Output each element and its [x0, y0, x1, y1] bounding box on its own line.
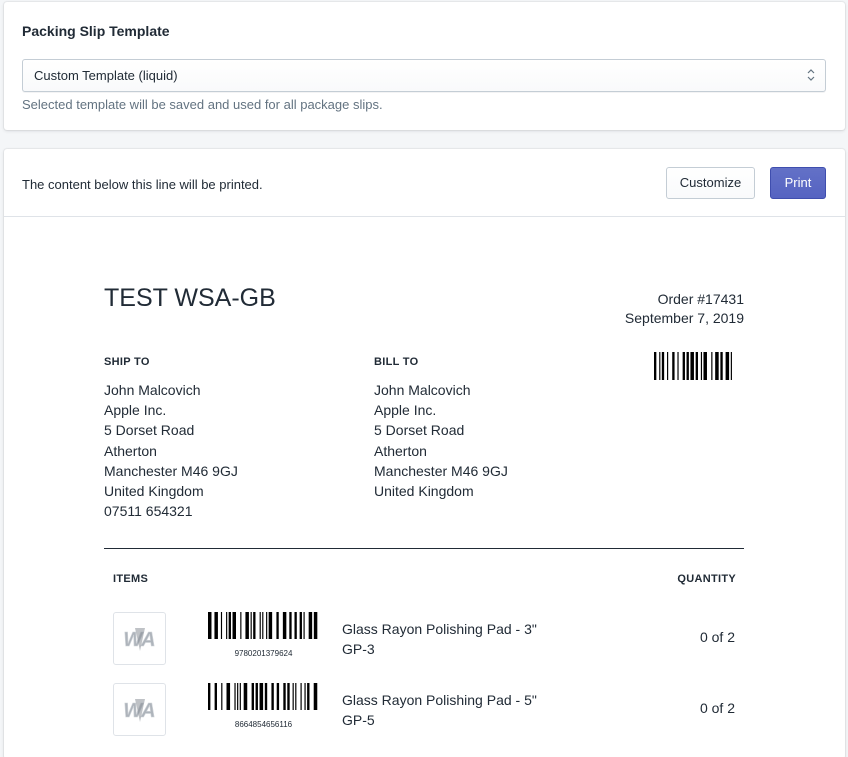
ship-to-heading: SHIP TO: [104, 356, 150, 368]
select-arrows-icon: [807, 69, 815, 81]
order-date: September 7, 2019: [624, 310, 744, 326]
bill-to-address: John Malcovich Apple Inc. 5 Dorset Road …: [374, 380, 508, 501]
item-sku: GP-3: [342, 641, 375, 657]
address-line: 5 Dorset Road: [374, 422, 465, 439]
preview-card: The content below this line will be prin…: [4, 149, 845, 757]
bill-to-heading: BILL TO: [374, 356, 419, 368]
line-item: WA 9780201379624 Glass Rayon Polishing P…: [104, 612, 744, 668]
item-quantity: 0 of 2: [699, 700, 735, 716]
barcode-number: 9780201379624: [234, 649, 293, 658]
print-button[interactable]: Print: [770, 167, 826, 199]
item-details: Glass Rayon Polishing Pad - 5" GP-5: [342, 690, 537, 730]
template-help-text: Selected template will be saved and used…: [22, 97, 383, 112]
preview-header: The content below this line will be prin…: [4, 149, 845, 217]
address-line: United Kingdom: [374, 483, 474, 500]
address-line: Atherton: [374, 442, 427, 459]
line-item: WA 8664854656116 Glass Rayon Polishing P…: [104, 683, 744, 739]
template-select[interactable]: Custom Template (liquid): [22, 59, 826, 92]
quantity-heading: QUANTITY: [677, 573, 736, 585]
card-title: Packing Slip Template: [22, 23, 170, 39]
item-title: Glass Rayon Polishing Pad - 5": [342, 692, 537, 708]
address-line: Manchester M46 9GJ: [374, 462, 508, 479]
items-heading: ITEMS: [113, 573, 149, 585]
order-info: Order #17431 September 7, 2019: [625, 290, 744, 328]
item-barcode-icon: [208, 683, 318, 710]
shop-name: TEST WSA-GB: [104, 284, 276, 312]
item-title: Glass Rayon Polishing Pad - 3": [342, 621, 537, 637]
wsa-logo-icon: WA: [113, 612, 166, 665]
address-line: John Malcovich: [374, 382, 471, 398]
order-barcode-icon: [654, 352, 732, 380]
item-sku: GP-5: [342, 712, 375, 728]
customize-button[interactable]: Customize: [666, 167, 755, 199]
address-line: 5 Dorset Road: [104, 422, 195, 439]
divider: [104, 548, 744, 549]
address-line: John Malcovich: [104, 382, 201, 398]
template-select-value: Custom Template (liquid): [34, 68, 178, 83]
item-details: Glass Rayon Polishing Pad - 3" GP-3: [342, 619, 537, 659]
template-card: Packing Slip Template Custom Template (l…: [4, 2, 845, 130]
print-note: The content below this line will be prin…: [22, 177, 263, 192]
ship-to-address: John Malcovich Apple Inc. 5 Dorset Road …: [104, 380, 238, 521]
address-line: Manchester M46 9GJ: [104, 462, 238, 479]
order-number: Order #17431: [657, 291, 744, 307]
address-line: 07511 654321: [104, 503, 193, 520]
barcode-number: 8664854656116: [234, 720, 293, 729]
address-line: United Kingdom: [104, 483, 204, 500]
wsa-logo-icon: WA: [113, 683, 166, 736]
address-line: Apple Inc.: [104, 402, 167, 419]
item-barcode-icon: [208, 612, 318, 639]
address-line: Apple Inc.: [374, 402, 437, 419]
item-quantity: 0 of 2: [699, 629, 735, 645]
address-line: Atherton: [104, 442, 157, 459]
